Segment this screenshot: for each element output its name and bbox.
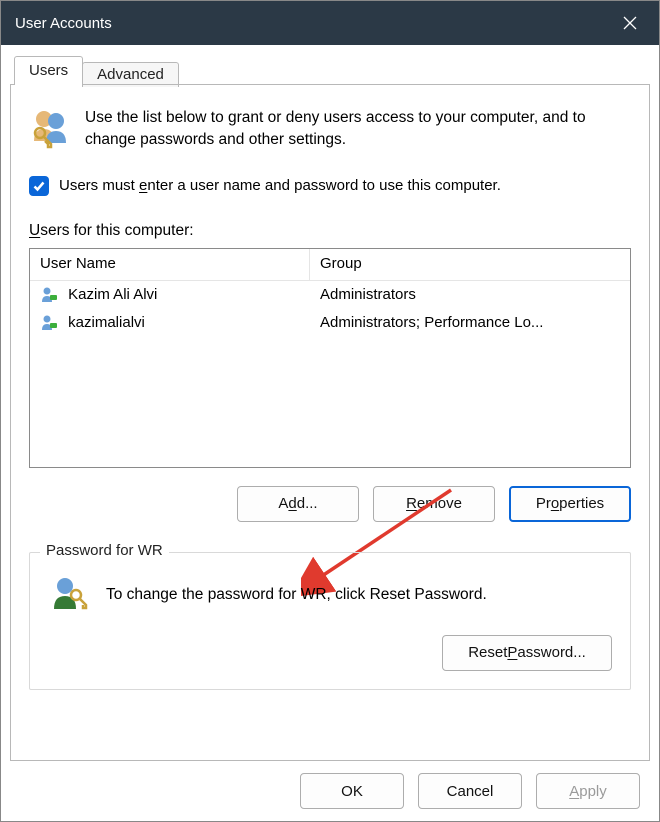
tab-users-label: Users xyxy=(29,62,68,79)
checkbox-label: Users must enter a user name and passwor… xyxy=(59,177,501,194)
user-name: Kazim Ali Alvi xyxy=(68,286,157,303)
list-item[interactable]: kazimalialvi Administrators; Performance… xyxy=(30,309,630,337)
require-password-checkbox[interactable]: Users must enter a user name and passwor… xyxy=(29,176,631,196)
titlebar: User Accounts xyxy=(1,1,659,45)
intro-row: Use the list below to grant or deny user… xyxy=(29,107,631,152)
users-panel: Use the list below to grant or deny user… xyxy=(10,84,650,761)
password-text: To change the password for WR, click Res… xyxy=(106,586,487,604)
user-icon xyxy=(40,314,58,332)
user-buttons-row: Add... Remove Properties xyxy=(29,486,631,522)
user-group: Administrators xyxy=(310,280,630,309)
users-keys-icon xyxy=(29,107,71,149)
ok-button[interactable]: OK xyxy=(300,773,404,809)
tabs: Users Advanced xyxy=(10,53,650,85)
password-group: Password for WR To change the password f… xyxy=(29,552,631,690)
intro-text: Use the list below to grant or deny user… xyxy=(85,107,631,152)
apply-button[interactable]: Apply xyxy=(536,773,640,809)
tab-users[interactable]: Users xyxy=(14,56,83,85)
properties-button[interactable]: Properties xyxy=(509,486,631,522)
cancel-button[interactable]: Cancel xyxy=(418,773,522,809)
user-accounts-window: User Accounts Users Advanced xyxy=(0,0,660,822)
users-list-label: Users for this computer: xyxy=(29,222,631,240)
list-header: User Name Group xyxy=(30,249,630,281)
list-item[interactable]: Kazim Ali Alvi Administrators xyxy=(30,281,630,309)
client-area: Users Advanced Use the list below to gra… xyxy=(1,45,659,821)
add-button[interactable]: Add... xyxy=(237,486,359,522)
user-icon xyxy=(40,286,58,304)
tab-advanced-label: Advanced xyxy=(97,66,164,83)
column-username[interactable]: User Name xyxy=(30,249,310,280)
dialog-buttons: OK Cancel Apply xyxy=(10,761,650,809)
reset-password-button[interactable]: Reset Password... xyxy=(442,635,612,671)
close-icon xyxy=(623,16,637,30)
checkbox-icon xyxy=(29,176,49,196)
user-key-icon xyxy=(48,575,88,615)
window-title: User Accounts xyxy=(15,15,112,32)
user-group: Administrators; Performance Lo... xyxy=(310,308,630,337)
users-listbox[interactable]: User Name Group Kazim Ali Alvi Administr… xyxy=(29,248,631,468)
close-button[interactable] xyxy=(607,1,653,45)
column-group[interactable]: Group xyxy=(310,249,630,280)
password-group-legend: Password for WR xyxy=(40,542,169,559)
user-name: kazimalialvi xyxy=(68,314,145,331)
remove-button[interactable]: Remove xyxy=(373,486,495,522)
